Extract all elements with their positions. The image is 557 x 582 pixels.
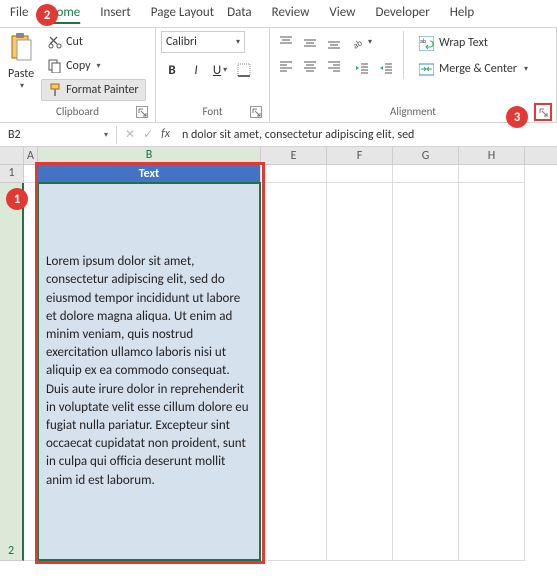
font-launcher[interactable] (250, 106, 262, 118)
clipboard-group-label: Clipboard (5, 105, 150, 120)
format-painter-button[interactable]: Format Painter (41, 79, 146, 101)
ribbon-tabs: File Home Insert Page Layout Data Review… (0, 0, 557, 28)
align-center-button[interactable] (299, 55, 321, 77)
cell-H1[interactable] (459, 165, 525, 183)
row-headers: 1 2 (0, 165, 24, 561)
fx-cancel-button[interactable]: ✕ (125, 127, 135, 142)
name-box-value: B2 (8, 128, 21, 142)
tab-file[interactable]: File (0, 0, 38, 27)
align-bottom-button[interactable] (323, 31, 345, 53)
align-right-button[interactable] (323, 55, 345, 77)
paste-label: Paste (8, 67, 34, 81)
cut-label: Cut (66, 35, 83, 49)
orientation-button[interactable]: ab▾ (351, 31, 373, 53)
svg-text:ab: ab (420, 37, 426, 45)
cell-A1[interactable] (24, 165, 38, 183)
align-top-button[interactable] (275, 31, 297, 53)
paste-icon (8, 33, 34, 67)
annotation-badge-2: 2 (36, 4, 58, 26)
cell-G1[interactable] (393, 165, 459, 183)
wrap-text-label: Wrap Text (439, 36, 488, 50)
formula-bar-content[interactable]: n dolor sit amet, consectetur adipiscing… (178, 126, 557, 144)
wrap-text-button[interactable]: ab Wrap Text (413, 31, 534, 55)
tab-developer[interactable]: Developer (365, 0, 439, 27)
clipboard-launcher[interactable] (136, 106, 148, 118)
tab-view[interactable]: View (319, 0, 365, 27)
group-font: Calibri ▾ B I U▾ Font (156, 28, 270, 122)
tab-review[interactable]: Review (262, 0, 320, 27)
col-header-A[interactable]: A (24, 147, 38, 164)
cell-B2[interactable]: Lorem ipsum dolor sit amet, consectetur … (38, 183, 261, 561)
cell-B1[interactable]: Text (38, 165, 261, 183)
italic-button[interactable]: I (185, 59, 207, 81)
font-name-select[interactable]: Calibri ▾ (161, 31, 245, 53)
alignment-launcher[interactable] (534, 103, 552, 121)
copy-icon (48, 59, 62, 73)
col-header-F[interactable]: F (327, 147, 393, 164)
cut-button[interactable]: Cut (41, 31, 146, 53)
worksheet: A B E F G H 1 2 Text Lorem ipsum dolor s… (0, 147, 557, 561)
align-left-button[interactable] (275, 55, 297, 77)
cell-B2-text: Lorem ipsum dolor sit amet, consectetur … (46, 253, 252, 489)
increase-indent-button[interactable] (375, 57, 397, 79)
merge-center-label: Merge & Center (439, 62, 517, 76)
border-button[interactable] (233, 59, 255, 81)
decrease-indent-button[interactable] (351, 57, 373, 79)
cell-E2[interactable] (261, 183, 327, 561)
col-header-G[interactable]: G (393, 147, 459, 164)
row-header-1[interactable]: 1 (0, 165, 24, 183)
chevron-down-icon: ▾ (236, 37, 240, 47)
row-header-2[interactable]: 2 (0, 183, 24, 561)
chevron-down-icon: ▾ (20, 81, 24, 91)
cell-F1[interactable] (327, 165, 393, 183)
paste-button[interactable]: Paste ▾ (5, 31, 37, 93)
col-header-E[interactable]: E (261, 147, 327, 164)
group-clipboard: Paste ▾ Cut Copy ▾ (0, 28, 156, 122)
bold-button[interactable]: B (161, 59, 183, 81)
select-all-corner[interactable] (0, 147, 24, 164)
merge-center-button[interactable]: Merge & Center ▾ (413, 57, 534, 81)
cell-E1[interactable] (261, 165, 327, 183)
cell-G2[interactable] (393, 183, 459, 561)
underline-button[interactable]: U▾ (209, 59, 231, 81)
cell-A2[interactable] (24, 183, 38, 561)
tab-page-layout[interactable]: Page Layout (141, 0, 224, 27)
ribbon: Paste ▾ Cut Copy ▾ (0, 28, 557, 123)
copy-label: Copy (66, 59, 90, 73)
font-group-label: Font (161, 105, 264, 120)
chevron-down-icon: ▾ (524, 64, 528, 74)
chevron-down-icon: ▾ (104, 130, 108, 140)
cell-H2[interactable] (459, 183, 525, 561)
tab-insert[interactable]: Insert (90, 0, 141, 27)
scissors-icon (48, 35, 62, 49)
tab-help[interactable]: Help (440, 0, 484, 27)
cell-F2[interactable] (327, 183, 393, 561)
copy-button[interactable]: Copy ▾ (41, 55, 146, 77)
annotation-badge-3: 3 (506, 106, 528, 128)
paintbrush-icon (48, 83, 62, 97)
fx-enter-button[interactable]: ✓ (143, 127, 153, 142)
fx-button[interactable]: fx (161, 127, 170, 142)
column-headers: A B E F G H (0, 147, 557, 165)
annotation-badge-1: 1 (6, 188, 28, 210)
name-box[interactable]: B2 ▾ (0, 126, 117, 144)
font-name-value: Calibri (166, 35, 197, 49)
format-painter-label: Format Painter (66, 83, 139, 97)
col-header-H[interactable]: H (459, 147, 525, 164)
chevron-down-icon: ▾ (97, 61, 101, 71)
svg-text:ab: ab (352, 37, 365, 49)
formula-bar: B2 ▾ ✕ ✓ fx n dolor sit amet, consectetu… (0, 123, 557, 147)
align-middle-button[interactable] (299, 31, 321, 53)
tab-data[interactable]: Data (217, 0, 262, 27)
col-header-B[interactable]: B (38, 147, 261, 164)
